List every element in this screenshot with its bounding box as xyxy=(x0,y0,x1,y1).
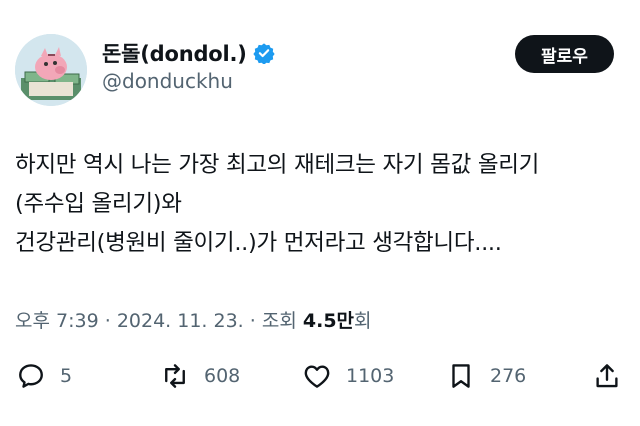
tweet-line: 건강관리(병원비 줄이기..)가 먼저라고 생각합니다.... xyxy=(15,230,502,256)
tweet-time[interactable]: 오후 7:39 xyxy=(15,310,99,332)
action-bar: 5 608 1103 276 xyxy=(0,356,640,396)
views-count: 4.5만 xyxy=(302,310,355,332)
retweet-count: 608 xyxy=(204,365,241,387)
views-suffix: 회 xyxy=(354,310,372,332)
meta-separator: · xyxy=(104,310,111,332)
views-label: 조회 xyxy=(261,310,297,332)
tweet-line: 하지만 역시 나는 가장 최고의 재테크는 자기 몸값 올리기 xyxy=(15,152,540,178)
retweet-button[interactable]: 608 xyxy=(160,356,240,396)
bookmark-button[interactable]: 276 xyxy=(446,356,526,396)
share-button[interactable] xyxy=(592,356,622,396)
like-button[interactable]: 1103 xyxy=(302,356,394,396)
tweet-date[interactable]: 2024. 11. 23. xyxy=(117,310,244,332)
retweet-icon xyxy=(165,364,185,388)
author-display-name[interactable]: 돈돌(dondol.) xyxy=(102,38,247,68)
meta-separator: · xyxy=(249,310,256,332)
bookmark-count: 276 xyxy=(490,365,527,387)
author-handle[interactable]: @donduckhu xyxy=(102,69,233,93)
piggy-bank-icon xyxy=(15,34,87,106)
like-count: 1103 xyxy=(346,365,395,387)
tweet-line: (주수입 올리기)와 xyxy=(15,191,182,217)
tweet-text: 하지만 역시 나는 가장 최고의 재테크는 자기 몸값 올리기 (주수입 올리기… xyxy=(15,146,625,263)
avatar[interactable] xyxy=(15,34,87,106)
heart-icon xyxy=(304,365,330,388)
share-icon xyxy=(596,364,618,388)
follow-button[interactable]: 팔로우 xyxy=(515,35,614,73)
reply-button[interactable]: 5 xyxy=(16,356,72,396)
bookmark-icon xyxy=(452,364,470,388)
reply-icon xyxy=(19,364,43,388)
tweet-meta: 오후 7:39 · 2024. 11. 23. · 조회 4.5만회 xyxy=(15,306,372,333)
reply-count: 5 xyxy=(60,365,73,387)
verified-badge-icon xyxy=(253,42,275,65)
author-name-row[interactable]: 돈돌(dondol.) xyxy=(102,38,275,68)
